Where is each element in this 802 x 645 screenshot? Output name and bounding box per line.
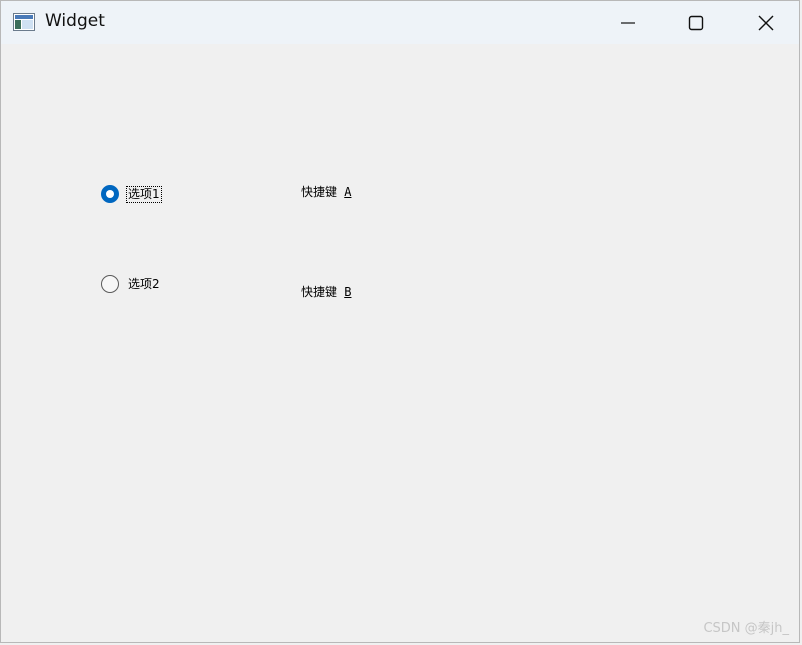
radio-unchecked-indicator[interactable] bbox=[101, 275, 119, 293]
radio-checked-indicator[interactable] bbox=[101, 185, 119, 203]
shortcut-a-key: A bbox=[344, 185, 352, 199]
shortcut-label-a: 快捷键 A bbox=[301, 183, 351, 200]
shortcut-b-key: B bbox=[344, 285, 352, 299]
radio-option-1-label[interactable]: 选项1 bbox=[126, 185, 162, 203]
client-area: 选项1 选项2 快捷键 A 快捷键 B CSDN @秦jh_ bbox=[1, 44, 799, 642]
close-button[interactable] bbox=[731, 1, 801, 44]
maximize-button[interactable] bbox=[661, 1, 731, 44]
window-title: Widget bbox=[45, 11, 105, 31]
close-icon bbox=[758, 15, 774, 30]
radio-option-2[interactable]: 选项2 bbox=[101, 275, 161, 293]
minimize-icon bbox=[621, 21, 635, 24]
maximize-icon bbox=[688, 15, 704, 30]
radio-option-2-label[interactable]: 选项2 bbox=[127, 277, 161, 292]
watermark-text: CSDN @秦jh_ bbox=[703, 621, 789, 636]
title-bar[interactable]: Widget bbox=[1, 1, 799, 44]
radio-dot-icon bbox=[106, 190, 114, 198]
minimize-button[interactable] bbox=[593, 1, 663, 44]
app-window-icon bbox=[13, 13, 35, 31]
shortcut-label-b: 快捷键 B bbox=[301, 283, 351, 300]
shortcut-b-prefix: 快捷键 bbox=[301, 285, 345, 299]
radio-option-1[interactable]: 选项1 bbox=[101, 185, 162, 203]
widget-window: Widget 选项1 选项2 快捷键 A 快捷键 B CSDN @秦jh_ bbox=[0, 0, 800, 643]
shortcut-a-prefix: 快捷键 bbox=[301, 185, 345, 199]
